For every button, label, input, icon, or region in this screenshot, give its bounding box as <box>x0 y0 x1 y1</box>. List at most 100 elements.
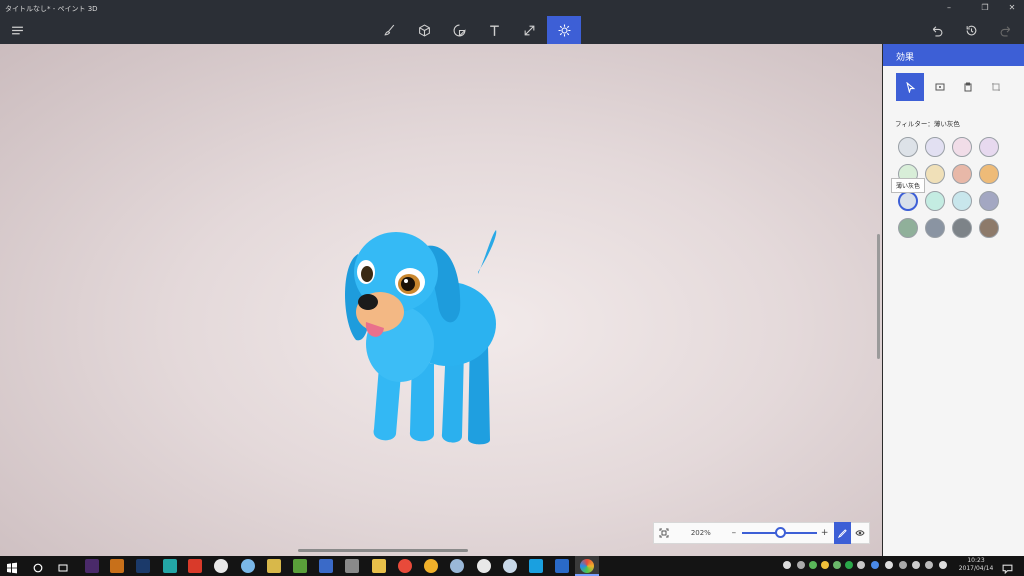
chrome-icon[interactable] <box>398 559 412 573</box>
menu-button[interactable] <box>0 16 34 44</box>
premiere-app-icon[interactable] <box>85 559 99 573</box>
pen-mode-button[interactable] <box>833 522 852 544</box>
tray-icon-2[interactable] <box>797 561 805 569</box>
filter-swatch[interactable] <box>925 191 945 211</box>
filter-swatch[interactable] <box>952 164 972 184</box>
paste-tab[interactable] <box>954 73 982 101</box>
title-bar: タイトルなし* - ペイント 3D – ❐ ✕ <box>0 0 1024 16</box>
start-button[interactable] <box>6 559 20 574</box>
app-icon-14[interactable] <box>424 559 438 573</box>
app-icon-17[interactable] <box>503 559 517 573</box>
file-explorer-icon[interactable] <box>372 559 386 573</box>
filter-swatch[interactable] <box>979 191 999 211</box>
tool-canvas[interactable] <box>512 16 546 44</box>
app-icon-10[interactable] <box>319 559 333 573</box>
zoom-slider-thumb[interactable] <box>774 527 786 538</box>
filter-swatch[interactable] <box>952 191 972 211</box>
volume-icon[interactable] <box>912 561 920 569</box>
filter-swatch[interactable] <box>979 218 999 238</box>
clock-time: 10:23 <box>967 557 985 564</box>
swatch-tooltip: 薄い灰色 <box>891 178 926 193</box>
tray-icon-5[interactable] <box>833 561 841 569</box>
filter-swatch[interactable] <box>952 218 972 238</box>
paint3d-taskbar-button[interactable] <box>575 556 599 576</box>
effects-panel: 効果 フィルター：薄い灰色 薄い灰色 <box>883 44 1024 556</box>
undo-button[interactable] <box>919 16 953 44</box>
fit-to-screen-button[interactable] <box>654 523 674 543</box>
battery-icon[interactable] <box>925 561 933 569</box>
redo-button[interactable] <box>989 16 1023 44</box>
windows-logo-icon <box>7 562 17 574</box>
windows-taskbar: 10:23 2017/04/14 <box>0 556 1024 576</box>
pen-icon <box>837 528 847 538</box>
tool-effects[interactable] <box>547 16 581 44</box>
select-tab[interactable] <box>896 73 924 101</box>
illustrator-app-icon[interactable] <box>110 559 124 573</box>
vertical-scrollbar[interactable] <box>877 234 880 359</box>
history-button[interactable] <box>954 16 988 44</box>
app-icon-9[interactable] <box>293 559 307 573</box>
filter-swatch[interactable] <box>925 137 945 157</box>
redo-icon <box>1000 25 1010 36</box>
window-title: タイトルなし* - ペイント 3D <box>5 5 98 13</box>
network-icon[interactable] <box>899 561 907 569</box>
ime-icon[interactable] <box>939 561 947 569</box>
maximize-button[interactable]: ❐ <box>970 0 1000 16</box>
dog-3d-model[interactable] <box>330 194 530 454</box>
panel-title: 効果 <box>883 44 1024 66</box>
close-button[interactable]: ✕ <box>1000 0 1024 16</box>
bluetooth-icon[interactable] <box>871 561 879 569</box>
system-clock[interactable]: 10:23 2017/04/14 <box>958 557 994 573</box>
app-icon-8[interactable] <box>267 559 281 573</box>
minimize-button[interactable]: – <box>934 0 964 16</box>
tray-icon-3[interactable] <box>809 561 817 569</box>
zoom-slider[interactable] <box>741 527 817 538</box>
sun-icon <box>558 24 570 36</box>
filter-swatch[interactable] <box>898 191 918 211</box>
app-icon-6[interactable] <box>214 559 228 573</box>
filter-swatch[interactable] <box>898 218 918 238</box>
frame-icon <box>935 83 945 91</box>
search-circle-icon <box>33 563 43 573</box>
main-toolbar <box>0 16 1024 44</box>
app-icon-11[interactable] <box>345 559 359 573</box>
crop-tab[interactable] <box>982 73 1010 101</box>
tray-icon-7[interactable] <box>857 561 865 569</box>
filter-swatch[interactable] <box>898 137 918 157</box>
app-icon-15[interactable] <box>450 559 464 573</box>
eye-icon <box>855 530 865 536</box>
cortana-button[interactable] <box>32 559 46 573</box>
filter-swatch[interactable] <box>979 137 999 157</box>
filter-swatch[interactable] <box>925 218 945 238</box>
zoom-out-button[interactable]: – <box>728 528 740 538</box>
zoom-in-button[interactable]: + <box>819 528 831 538</box>
task-view-button[interactable] <box>57 559 71 573</box>
skype-icon[interactable] <box>529 559 543 573</box>
horizontal-scrollbar[interactable] <box>298 549 468 552</box>
frame-tab[interactable] <box>926 73 954 101</box>
tool-text[interactable] <box>477 16 511 44</box>
notifications-button[interactable] <box>1002 559 1016 575</box>
tray-icon-4[interactable] <box>821 561 829 569</box>
tray-icon-1[interactable] <box>783 561 791 569</box>
tool-3d-objects[interactable] <box>407 16 441 44</box>
filter-swatch[interactable] <box>952 137 972 157</box>
filter-swatch[interactable] <box>979 164 999 184</box>
onedrive-icon[interactable] <box>885 561 893 569</box>
app-icon-5[interactable] <box>188 559 202 573</box>
tool-brushes[interactable] <box>372 16 406 44</box>
paint3d-app-icon <box>580 559 594 573</box>
photoshop-app-icon[interactable] <box>136 559 150 573</box>
view-3d-button[interactable] <box>851 523 869 543</box>
app-icon-4[interactable] <box>163 559 177 573</box>
canvas-area[interactable]: 202% – + <box>0 44 882 556</box>
tray-icon-6[interactable] <box>845 561 853 569</box>
zoom-bar: 202% – + <box>653 522 870 544</box>
visual-studio-icon[interactable] <box>555 559 569 573</box>
history-icon <box>966 25 976 35</box>
tool-stickers[interactable] <box>442 16 476 44</box>
app-icon-16[interactable] <box>477 559 491 573</box>
app-icon-7[interactable] <box>241 559 255 573</box>
filter-swatch[interactable] <box>925 164 945 184</box>
zoom-percentage: 202% <box>690 529 711 537</box>
